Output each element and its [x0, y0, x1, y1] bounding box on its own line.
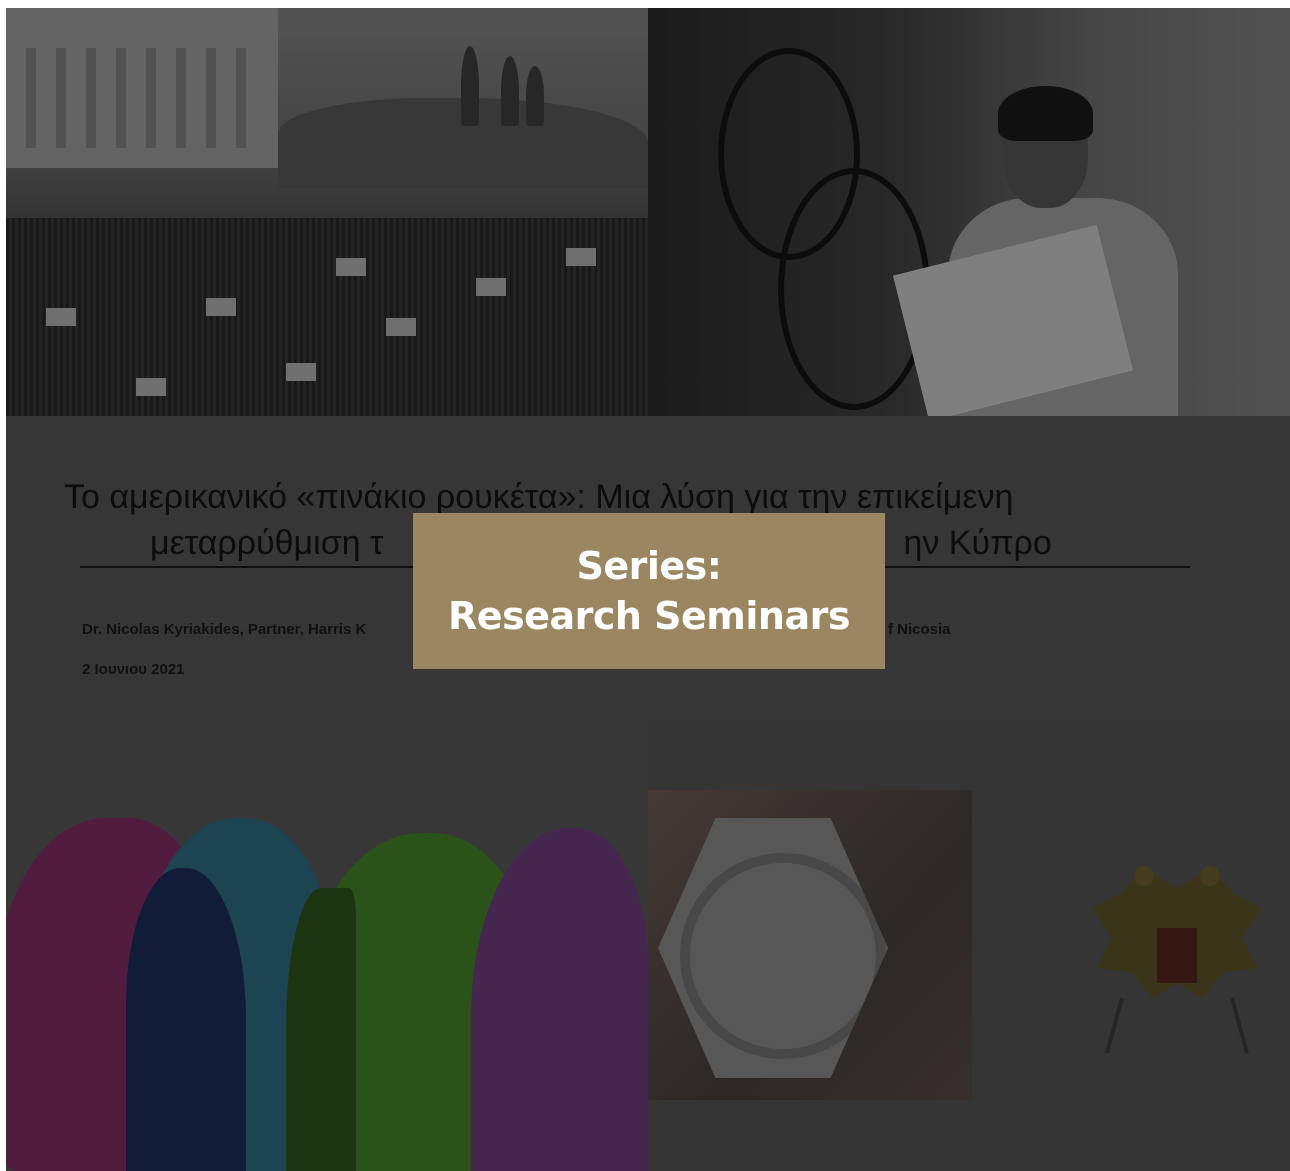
series-name: Research Seminars	[448, 594, 850, 638]
series-title-card[interactable]: Series: Research Seminars	[413, 513, 885, 669]
series-label: Series:	[576, 544, 723, 588]
